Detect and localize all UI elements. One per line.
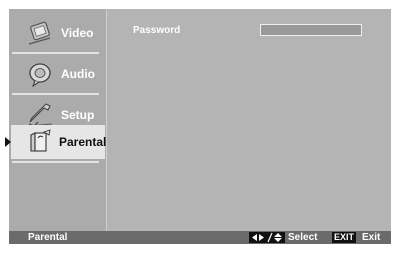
password-label: Password xyxy=(133,25,181,36)
password-input[interactable] xyxy=(260,24,362,36)
sidebar-item-audio[interactable]: Audio xyxy=(11,57,105,91)
navigate-arrows-icon xyxy=(249,232,285,243)
select-hint-label: Select xyxy=(288,232,318,243)
sidebar-item-label: Audio xyxy=(61,67,95,81)
settings-panel: Video Audio Setup Parental Password Pare… xyxy=(5,9,391,244)
video-icon xyxy=(26,20,54,46)
status-title: Parental xyxy=(28,232,68,243)
menu-divider xyxy=(12,52,99,54)
sidebar-item-label: Video xyxy=(61,26,94,40)
status-bar: Parental Select EXIT Exit xyxy=(9,231,391,244)
menu-divider xyxy=(12,93,99,95)
sidebar-item-parental[interactable]: Parental xyxy=(5,125,107,159)
parental-icon xyxy=(25,129,53,155)
audio-icon xyxy=(26,61,54,88)
exit-hint-label: Exit xyxy=(362,232,381,243)
selection-arrow-icon xyxy=(5,137,11,147)
sidebar-item-video[interactable]: Video xyxy=(11,16,105,50)
sidebar-item-label: Parental xyxy=(59,135,107,149)
exit-key-badge: EXIT xyxy=(332,232,357,243)
menu-divider xyxy=(12,161,99,163)
sidebar-menu: Video Audio Setup Parental xyxy=(5,9,107,231)
